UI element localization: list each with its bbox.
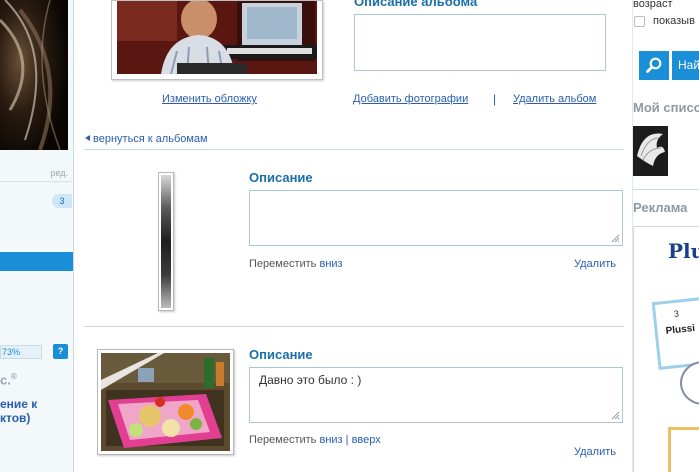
- active-menu-item[interactable]: [0, 252, 73, 271]
- delete-album-link[interactable]: Удалить альбом: [513, 93, 596, 105]
- ad-card-text: Plussi: [665, 322, 696, 337]
- magnifier-icon: [646, 57, 662, 73]
- profile-photo[interactable]: [0, 0, 68, 150]
- delete-photo-link[interactable]: Удалить: [574, 258, 616, 270]
- ad-frame: [668, 427, 699, 472]
- avatar[interactable]: [633, 126, 668, 176]
- age-filter-label: возраст: [633, 0, 673, 10]
- promo-link-line2[interactable]: ктов): [0, 411, 30, 425]
- brand-label: с.: [0, 372, 11, 388]
- profile-progress: 73%: [0, 345, 42, 359]
- link-separator: |: [493, 92, 497, 106]
- photo-thumbnail[interactable]: [158, 172, 174, 311]
- photo-image: [161, 175, 171, 308]
- my-list-title: Мой списо: [633, 100, 699, 115]
- find-button[interactable]: Най: [672, 51, 699, 80]
- search-button[interactable]: [639, 51, 669, 80]
- move-label: Переместить: [249, 434, 317, 446]
- ad-card-mark: 3: [673, 308, 680, 320]
- photo-description-title: Описание: [249, 347, 313, 362]
- ad-card: 3 Plussi: [651, 296, 699, 370]
- move-down-link[interactable]: вниз: [319, 258, 342, 270]
- ads-title: Реклама: [633, 200, 688, 215]
- move-label: Переместить: [249, 258, 317, 270]
- registered-mark: ®: [10, 372, 17, 381]
- album-cover[interactable]: [111, 0, 323, 80]
- album-description-textarea[interactable]: [354, 14, 606, 71]
- divider: [84, 149, 624, 150]
- move-controls: Переместить вниз: [249, 258, 343, 270]
- ad-banner[interactable]: Plu 3 Plussi: [633, 226, 699, 472]
- add-photos-link[interactable]: Добавить фотографии: [353, 93, 468, 105]
- edit-link[interactable]: ред.: [50, 168, 68, 178]
- photo-description-textarea[interactable]: Давно это было : ): [249, 367, 623, 423]
- photo-description-text: Давно это было : ): [259, 373, 362, 387]
- left-sidebar: ред. 3 73% ? с.® ение к ктов): [0, 0, 74, 472]
- move-up-link[interactable]: вверх: [352, 434, 381, 446]
- edit-row: ред.: [0, 160, 72, 182]
- back-arrow-icon: [85, 135, 90, 141]
- resize-grip-icon[interactable]: [611, 411, 620, 420]
- show-checkbox[interactable]: [634, 16, 645, 27]
- back-to-albums-link[interactable]: вернуться к альбомам: [85, 133, 208, 145]
- photo-description-textarea[interactable]: [249, 190, 623, 246]
- divider: [84, 326, 624, 327]
- move-controls: Переместить вниз | вверх: [249, 434, 381, 446]
- photo-description-title: Описание: [249, 170, 313, 185]
- resize-grip-icon[interactable]: [611, 234, 620, 243]
- help-button[interactable]: ?: [53, 344, 68, 359]
- back-to-albums-label: вернуться к альбомам: [93, 133, 208, 145]
- show-checkbox-label: показыв: [653, 15, 695, 27]
- album-cover-photo: [117, 1, 317, 74]
- move-separator: |: [345, 434, 349, 446]
- ad-logo-text: Plu: [668, 239, 699, 263]
- count-badge: 3: [52, 194, 72, 208]
- change-cover-link[interactable]: Изменить обложку: [162, 93, 257, 105]
- delete-photo-link[interactable]: Удалить: [574, 446, 616, 458]
- album-description-title: Описание альбома: [354, 0, 478, 9]
- promo-link-line1[interactable]: ение к: [0, 397, 37, 411]
- ad-circle: [680, 361, 699, 405]
- photo-thumbnail[interactable]: [97, 349, 234, 455]
- move-down-link[interactable]: вниз: [319, 434, 342, 446]
- divider: [633, 189, 699, 190]
- brand-text: с.®: [0, 372, 17, 387]
- photo-image: [101, 353, 230, 451]
